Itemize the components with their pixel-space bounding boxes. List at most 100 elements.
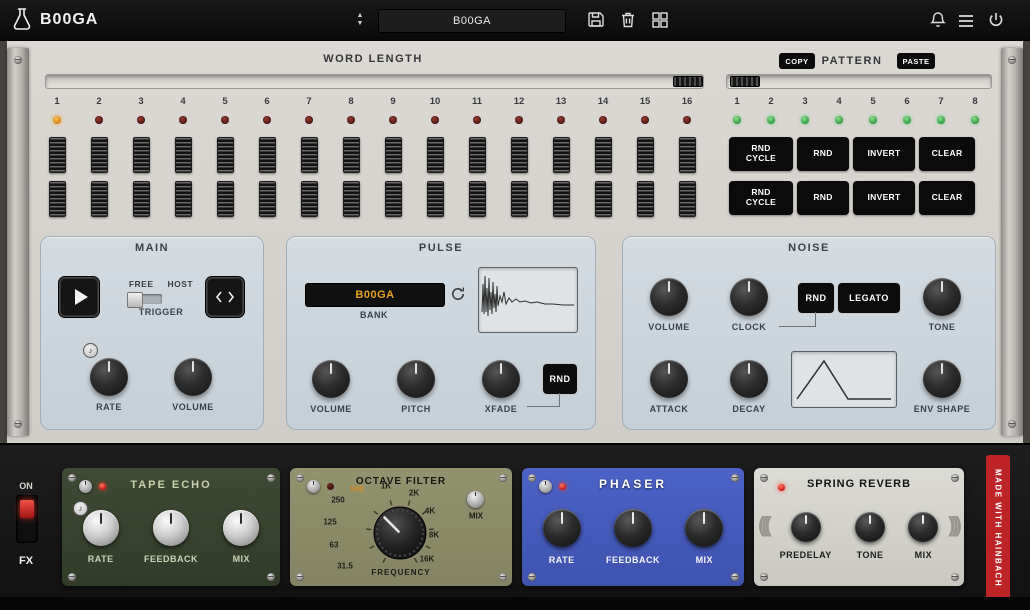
step-slider[interactable] xyxy=(427,181,444,217)
rate-knob[interactable] xyxy=(543,509,581,547)
step-slider[interactable] xyxy=(511,181,528,217)
step-slider[interactable] xyxy=(469,181,486,217)
step-slider[interactable] xyxy=(259,137,276,173)
delete-preset-icon[interactable] xyxy=(618,10,638,30)
noise-decay-knob[interactable] xyxy=(730,360,768,398)
step-slider[interactable] xyxy=(679,181,696,217)
bank-display[interactable]: B00GA xyxy=(305,283,445,307)
midi-learn-button[interactable] xyxy=(206,277,244,317)
pattern-rnd-cycle-button[interactable]: RND CYCLE xyxy=(729,181,793,215)
step-slider[interactable] xyxy=(595,137,612,173)
pattern-copy-button[interactable]: COPY xyxy=(779,53,815,69)
step-slider[interactable] xyxy=(133,181,150,217)
tone-knob[interactable] xyxy=(855,512,885,542)
preset-up-icon[interactable]: ▲ xyxy=(357,12,364,20)
play-button[interactable] xyxy=(59,277,99,317)
bank-cycle-icon[interactable] xyxy=(449,285,467,308)
pattern-clear-button[interactable]: CLEAR xyxy=(919,181,975,215)
step-slider[interactable] xyxy=(553,181,570,217)
step-slider[interactable] xyxy=(427,137,444,173)
mix-knob[interactable] xyxy=(223,510,259,546)
trigger-free-label[interactable]: FREE xyxy=(129,279,154,289)
preset-name-display[interactable]: B00GA xyxy=(378,9,566,33)
save-preset-icon[interactable] xyxy=(586,10,606,30)
mix-knob[interactable] xyxy=(685,509,723,547)
power-icon[interactable] xyxy=(986,10,1006,30)
noise-attack-knob[interactable] xyxy=(650,360,688,398)
trigger-mode-toggle[interactable] xyxy=(128,294,162,304)
pattern-invert-button[interactable]: INVERT xyxy=(853,181,915,215)
freq-label-500[interactable]: 500 xyxy=(350,485,363,494)
freq-label-16K[interactable]: 16K xyxy=(420,555,435,564)
preset-browser-icon[interactable] xyxy=(650,10,670,30)
step-slider[interactable] xyxy=(133,137,150,173)
preset-down-icon[interactable]: ▼ xyxy=(357,20,364,28)
fx-on-label: ON xyxy=(12,481,40,491)
step-slider[interactable] xyxy=(301,137,318,173)
noise-rnd-button[interactable]: RND xyxy=(797,282,835,314)
freq-label-125[interactable]: 125 xyxy=(323,518,336,527)
freq-label-1K[interactable]: 1K xyxy=(381,482,391,491)
trigger-host-label[interactable]: HOST xyxy=(168,279,194,289)
env-shape-knob[interactable] xyxy=(923,360,961,398)
pattern-paste-button[interactable]: PASTE xyxy=(897,53,935,69)
freq-label-8K[interactable]: 8K xyxy=(429,531,439,540)
pattern-rnd-cycle-button[interactable]: RND CYCLE xyxy=(729,137,793,171)
pulse-pitch-knob[interactable] xyxy=(397,360,435,398)
step-slider[interactable] xyxy=(175,137,192,173)
noise-legato-button[interactable]: LEGATO xyxy=(837,282,901,314)
pulse-volume-knob[interactable] xyxy=(312,360,350,398)
step-slider[interactable] xyxy=(385,137,402,173)
step-slider[interactable] xyxy=(343,137,360,173)
freq-label-2K[interactable]: 2K xyxy=(409,489,419,498)
noise-clock-knob[interactable] xyxy=(730,278,768,316)
noise-volume-knob[interactable] xyxy=(650,278,688,316)
feedback-knob[interactable] xyxy=(614,509,652,547)
freq-label-4K[interactable]: 4K xyxy=(425,507,435,516)
menu-icon[interactable] xyxy=(956,11,976,31)
pattern-length-slider-handle[interactable] xyxy=(730,76,760,87)
freq-label-250[interactable]: 250 xyxy=(331,496,344,505)
pattern-rnd-button[interactable]: RND xyxy=(797,181,849,215)
step-slider[interactable] xyxy=(469,137,486,173)
rate-sync-note-button[interactable]: ♪ xyxy=(83,343,98,358)
pulse-rnd-button[interactable]: RND xyxy=(542,363,578,395)
step-slider[interactable] xyxy=(91,181,108,217)
step-slider[interactable] xyxy=(91,137,108,173)
preset-stepper[interactable]: ▲ ▼ xyxy=(352,8,368,32)
rate-knob[interactable] xyxy=(83,510,119,546)
freq-label-63[interactable]: 63 xyxy=(330,541,339,550)
step-slider[interactable] xyxy=(385,181,402,217)
step-slider[interactable] xyxy=(49,137,66,173)
pattern-length-slider[interactable] xyxy=(726,74,992,89)
feedback-knob[interactable] xyxy=(153,510,189,546)
main-volume-knob[interactable] xyxy=(174,358,212,396)
word-length-slider-handle[interactable] xyxy=(673,76,703,87)
step-slider[interactable] xyxy=(301,181,318,217)
pattern-cell: 3 xyxy=(788,95,822,108)
step-slider[interactable] xyxy=(679,137,696,173)
step-slider[interactable] xyxy=(217,137,234,173)
pattern-clear-button[interactable]: CLEAR xyxy=(919,137,975,171)
step-slider[interactable] xyxy=(175,181,192,217)
pattern-rnd-button[interactable]: RND xyxy=(797,137,849,171)
step-slider[interactable] xyxy=(343,181,360,217)
step-slider[interactable] xyxy=(49,181,66,217)
mix-knob[interactable] xyxy=(908,512,938,542)
fx-on-switch[interactable] xyxy=(16,495,38,543)
word-length-slider[interactable] xyxy=(45,74,704,89)
step-slider[interactable] xyxy=(259,181,276,217)
step-slider[interactable] xyxy=(637,137,654,173)
step-slider[interactable] xyxy=(553,137,570,173)
step-slider[interactable] xyxy=(637,181,654,217)
step-slider[interactable] xyxy=(511,137,528,173)
step-slider[interactable] xyxy=(217,181,234,217)
noise-tone-knob[interactable] xyxy=(923,278,961,316)
notifications-bell-icon[interactable] xyxy=(928,10,948,30)
trigger-mode-toggle-handle[interactable] xyxy=(127,292,143,308)
pattern-invert-button[interactable]: INVERT xyxy=(853,137,915,171)
predelay-knob[interactable] xyxy=(791,512,821,542)
pulse-xfade-knob[interactable] xyxy=(482,360,520,398)
main-rate-knob[interactable] xyxy=(90,358,128,396)
step-slider[interactable] xyxy=(595,181,612,217)
